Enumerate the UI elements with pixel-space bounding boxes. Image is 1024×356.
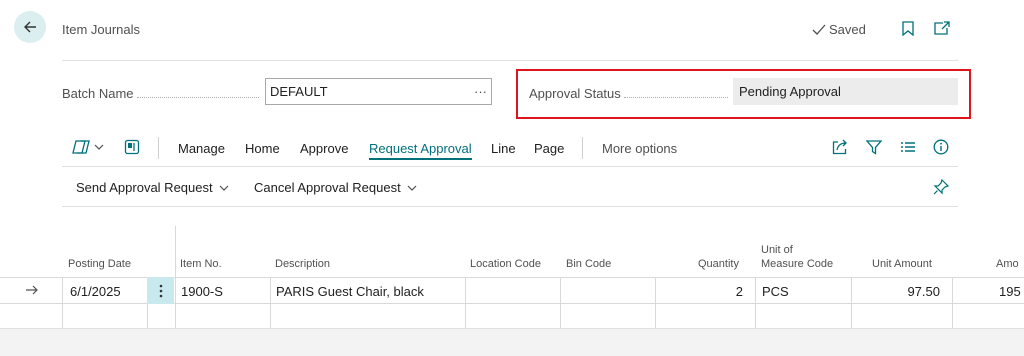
back-button[interactable]: [14, 11, 46, 43]
cancel-approval-request-button[interactable]: Cancel Approval Request: [254, 180, 417, 195]
cell-unit-amount[interactable]: 97.50: [857, 284, 940, 299]
action-manage[interactable]: Manage: [178, 141, 225, 156]
share-icon: [832, 139, 847, 155]
column-header-quantity[interactable]: Quantity: [698, 257, 739, 271]
cell-posting-date[interactable]: 6/1/2025: [70, 284, 121, 299]
cell-divider: [560, 277, 561, 328]
open-new-window-icon: [934, 21, 950, 35]
cell-divider: [270, 277, 271, 328]
approval-status-label: Approval Status: [529, 86, 621, 101]
open-new-window-button[interactable]: [932, 18, 952, 38]
checkmark-icon: [812, 24, 826, 35]
column-header-location-code[interactable]: Location Code: [470, 257, 541, 271]
action-page[interactable]: Page: [534, 141, 564, 156]
cell-divider: [755, 277, 756, 328]
cell-divider: [655, 277, 656, 328]
column-header-item-no[interactable]: Item No.: [180, 257, 222, 271]
action-line[interactable]: Line: [491, 141, 516, 156]
send-approval-request-label: Send Approval Request: [76, 180, 213, 195]
filter-icon: [865, 140, 883, 155]
cell-divider: [62, 277, 63, 328]
sub-action-divider: [62, 206, 958, 207]
cell-amount[interactable]: 195: [999, 284, 1021, 299]
back-arrow-icon: [24, 21, 36, 33]
more-options-button[interactable]: More options: [602, 141, 677, 156]
share-button[interactable]: [832, 139, 848, 158]
cell-description[interactable]: PARIS Guest Chair, black: [276, 284, 424, 299]
cell-item-no[interactable]: 1900-S: [181, 284, 223, 299]
batch-name-label: Batch Name: [62, 86, 134, 101]
batch-name-field[interactable]: DEFAULT ···: [265, 78, 492, 105]
row-menu-button[interactable]: [147, 277, 174, 304]
row-menu-icon: [159, 284, 162, 297]
copilot-button[interactable]: [72, 138, 104, 156]
list-view-button[interactable]: [900, 139, 916, 158]
action-separator: [158, 137, 159, 159]
action-request-approval[interactable]: Request Approval: [369, 141, 472, 160]
page-title: Item Journals: [62, 22, 141, 37]
copilot-icon: [72, 140, 90, 154]
cancel-approval-request-label: Cancel Approval Request: [254, 180, 401, 195]
cell-divider: [851, 277, 852, 328]
saved-label: Saved: [829, 22, 866, 37]
cell-quantity[interactable]: 2: [661, 284, 743, 299]
pin-button[interactable]: [933, 178, 950, 198]
row-arrow-icon: [26, 285, 38, 295]
pin-icon: [933, 178, 950, 195]
action-bar-divider: [62, 166, 958, 167]
cell-divider: [952, 277, 953, 328]
column-header-description[interactable]: Description: [275, 257, 330, 271]
row-indicator: [25, 284, 39, 299]
batch-lookup-button[interactable]: ···: [474, 84, 487, 99]
saved-indicator: Saved: [812, 22, 866, 37]
chevron-down-icon: [407, 185, 417, 191]
layout-icon: [124, 139, 140, 155]
chevron-down-icon: [94, 144, 104, 150]
cell-uom[interactable]: PCS: [762, 284, 789, 299]
column-header-posting-date[interactable]: Posting Date: [68, 257, 131, 271]
filter-button[interactable]: [865, 139, 883, 158]
chevron-down-icon: [219, 185, 229, 191]
bookmark-icon: [902, 20, 914, 36]
cell-divider: [465, 277, 466, 328]
column-header-bin-code[interactable]: Bin Code: [566, 257, 611, 271]
column-header-uom[interactable]: Unit of Measure Code: [761, 243, 833, 271]
approval-status-value: Pending Approval: [733, 78, 958, 105]
column-header-unit-amount[interactable]: Unit Amount: [872, 257, 932, 271]
header-divider: [62, 60, 958, 61]
action-approve[interactable]: Approve: [300, 141, 348, 156]
batch-name-leader: [137, 97, 259, 98]
action-separator: [582, 137, 583, 159]
bookmark-button[interactable]: [898, 18, 918, 38]
column-header-uom-line1: Unit of: [761, 244, 793, 256]
column-header-amount[interactable]: Amo: [996, 257, 1019, 271]
footer-area: [0, 328, 1024, 356]
info-icon: [933, 139, 949, 155]
column-header-uom-line2: Measure Code: [761, 258, 834, 270]
info-button[interactable]: [933, 139, 949, 158]
action-home[interactable]: Home: [245, 141, 280, 156]
batch-name-value: DEFAULT: [270, 84, 328, 99]
approval-status-leader: [624, 97, 728, 98]
layout-button[interactable]: [124, 139, 140, 158]
send-approval-request-button[interactable]: Send Approval Request: [76, 180, 229, 195]
list-icon: [901, 142, 915, 152]
